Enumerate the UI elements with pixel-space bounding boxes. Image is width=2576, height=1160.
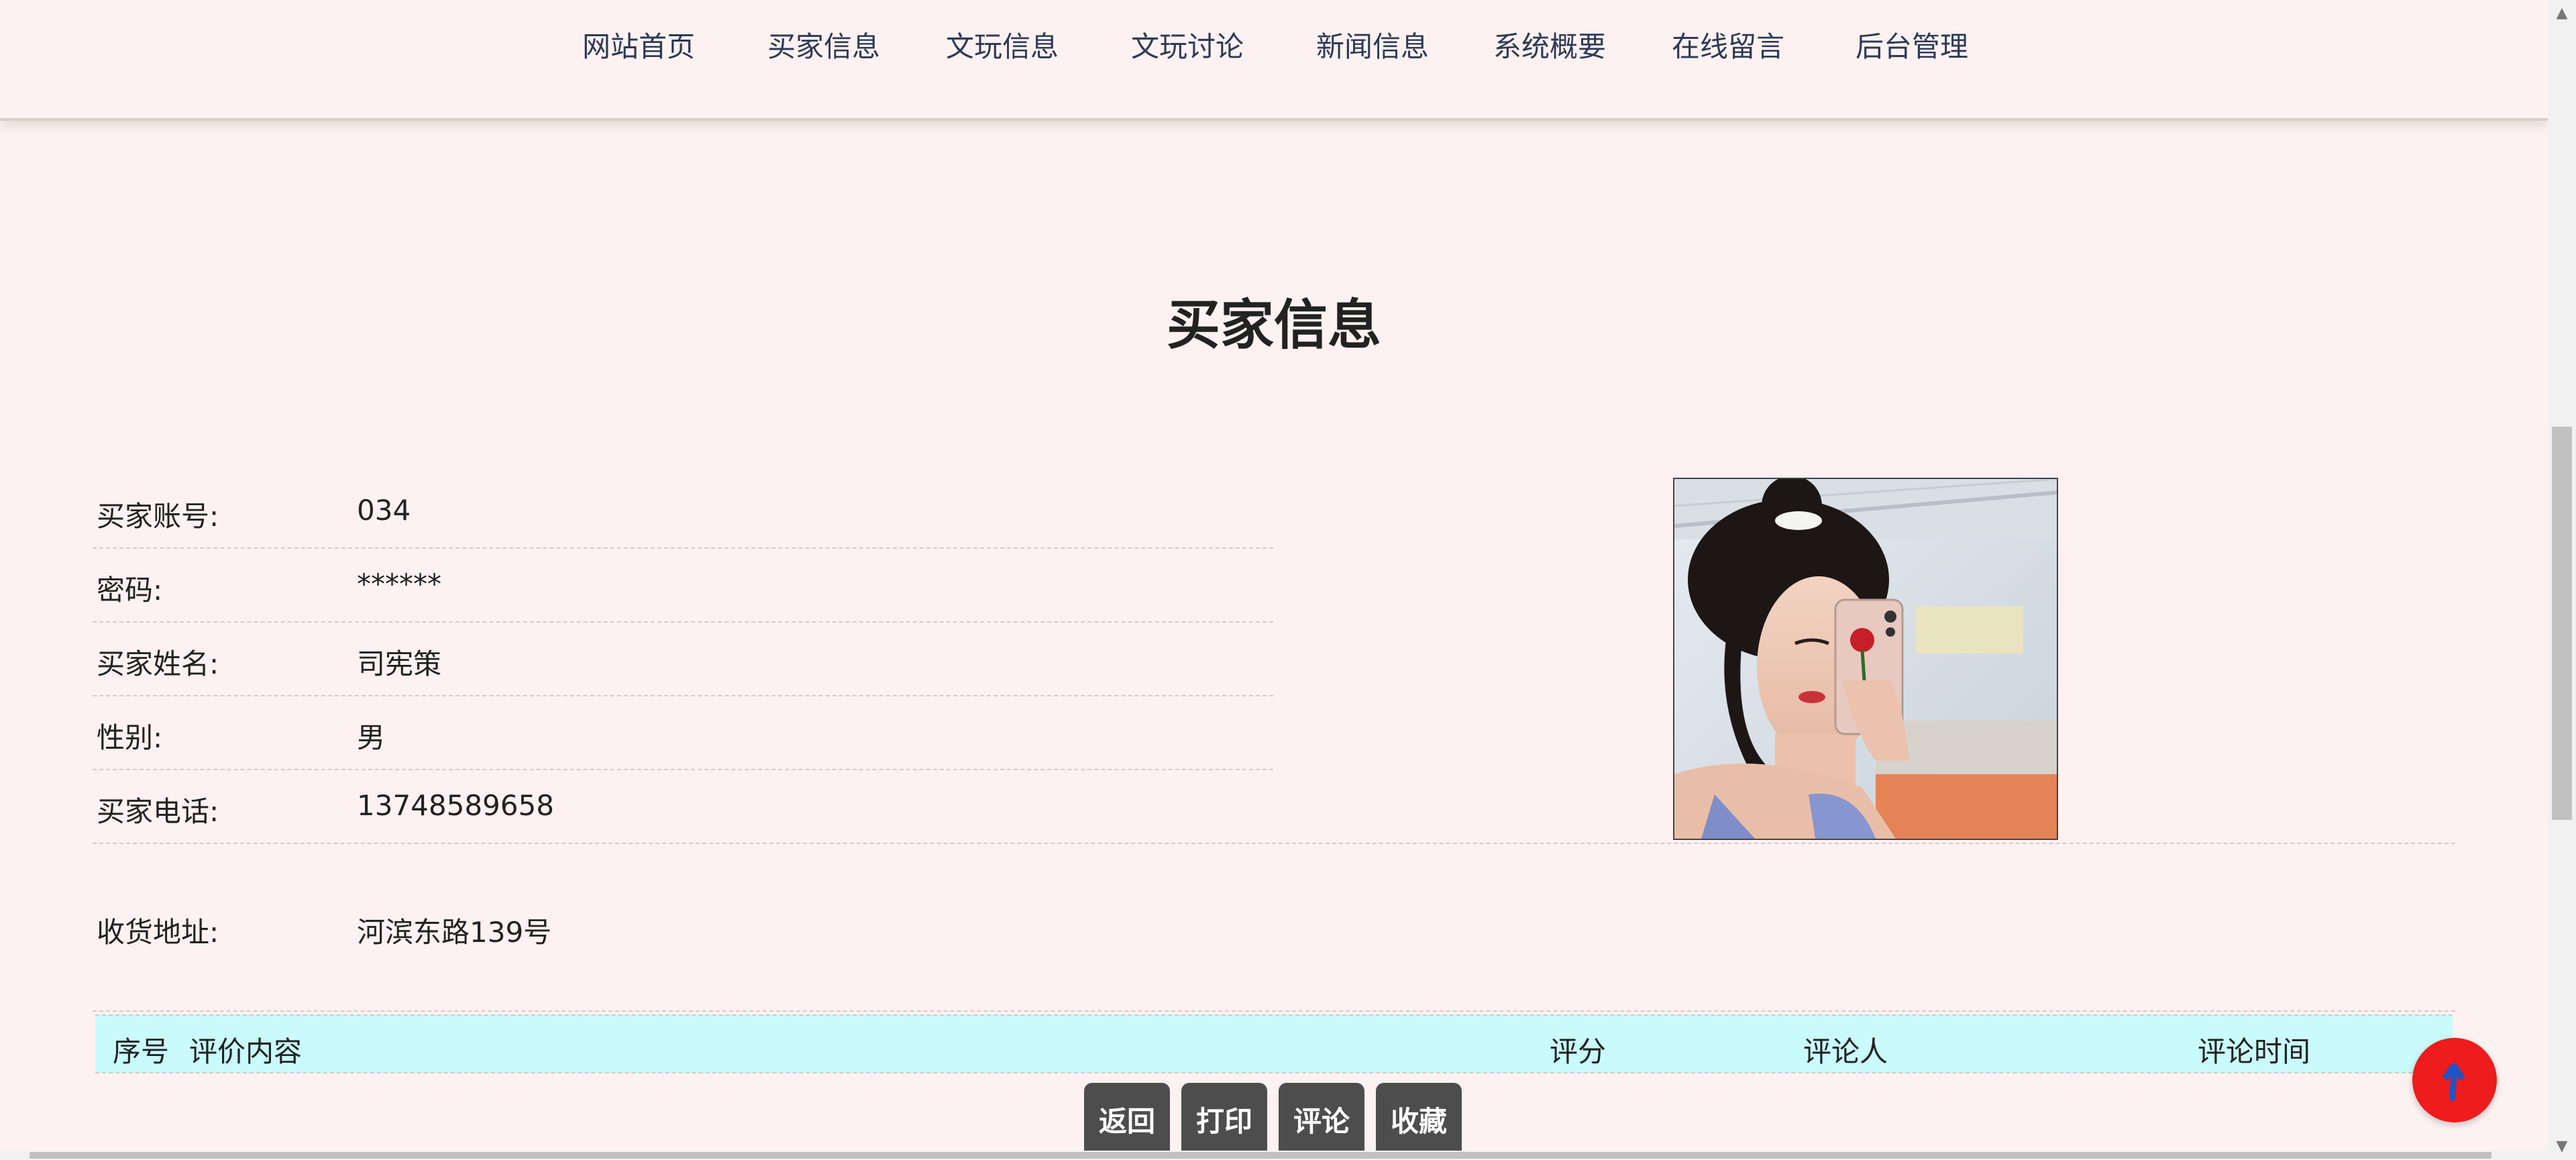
- detail-value: 13748589658: [357, 789, 554, 822]
- detail-label: 性别:: [97, 721, 163, 754]
- detail-value: 河滨东路139号: [357, 916, 552, 949]
- detail-label: 买家姓名:: [97, 647, 219, 680]
- buyer-photo: [1673, 478, 2058, 840]
- back-to-top-button[interactable]: [2412, 1038, 2497, 1122]
- scroll-up-arrow-icon[interactable]: ▲: [2548, 0, 2576, 27]
- detail-label: 收货地址:: [97, 916, 219, 949]
- column-header-score: 评分: [1550, 1035, 1607, 1068]
- detail-value: 034: [357, 494, 411, 527]
- back-button[interactable]: 返回: [1084, 1083, 1170, 1160]
- print-button[interactable]: 打印: [1181, 1083, 1267, 1160]
- horizontal-scrollbar[interactable]: [0, 1151, 2548, 1160]
- buyer-photo-image: [1674, 479, 2057, 839]
- detail-value: 男: [357, 721, 386, 754]
- scroll-down-arrow-icon[interactable]: ▼: [2548, 1133, 2576, 1160]
- detail-label: 密码:: [97, 574, 163, 607]
- nav-item-system-overview[interactable]: 系统概要: [1493, 27, 1606, 67]
- detail-label: 买家电话:: [97, 795, 219, 828]
- favorite-button[interactable]: 收藏: [1376, 1083, 1462, 1160]
- detail-value: ******: [357, 568, 441, 600]
- vertical-scrollbar[interactable]: ▲ ▼: [2548, 0, 2576, 1160]
- column-header-content: 评价内容: [189, 1035, 303, 1068]
- detail-value: 司宪策: [357, 647, 442, 680]
- vertical-scrollbar-thumb[interactable]: [2552, 427, 2572, 820]
- nav-item-home[interactable]: 网站首页: [582, 27, 695, 67]
- column-header-index: 序号: [113, 1035, 170, 1068]
- column-header-commenter: 评论人: [1803, 1035, 1888, 1068]
- nav-item-admin[interactable]: 后台管理: [1856, 27, 1968, 67]
- detail-row-gender: 性别: 男: [93, 695, 1273, 770]
- detail-row-password: 密码: ******: [93, 547, 1273, 623]
- arrow-up-icon: [2443, 1063, 2465, 1102]
- nav-item-news[interactable]: 新闻信息: [1316, 27, 1429, 67]
- page-title: 买家信息: [1167, 294, 1381, 356]
- detail-row-address: 收货地址: 河滨东路139号: [93, 843, 2455, 1012]
- nav-item-antique-discussion[interactable]: 文玩讨论: [1131, 27, 1244, 67]
- comments-table-header: 序号 评价内容 评分 评论人 评论时间: [95, 1014, 2453, 1073]
- detail-row-phone: 买家电话: 13748589658: [93, 769, 2455, 844]
- detail-label: 买家账号:: [97, 500, 219, 533]
- nav-item-online-message[interactable]: 在线留言: [1672, 27, 1784, 67]
- top-navigation: 网站首页 买家信息 文玩信息 文玩讨论 新闻信息 系统概要 在线留言 后台管理: [0, 0, 2548, 121]
- nav-item-buyer-info[interactable]: 买家信息: [767, 27, 880, 67]
- horizontal-scrollbar-thumb[interactable]: [30, 1152, 2491, 1159]
- detail-row-name: 买家姓名: 司宪策: [93, 621, 1273, 696]
- detail-row-account: 买家账号: 034: [93, 474, 1273, 549]
- comment-button[interactable]: 评论: [1279, 1083, 1364, 1160]
- page: 网站首页 买家信息 文玩信息 文玩讨论 新闻信息 系统概要 在线留言 后台管理 …: [0, 0, 2576, 1160]
- nav-item-antique-info[interactable]: 文玩信息: [946, 27, 1059, 67]
- column-header-time: 评论时间: [2198, 1035, 2311, 1068]
